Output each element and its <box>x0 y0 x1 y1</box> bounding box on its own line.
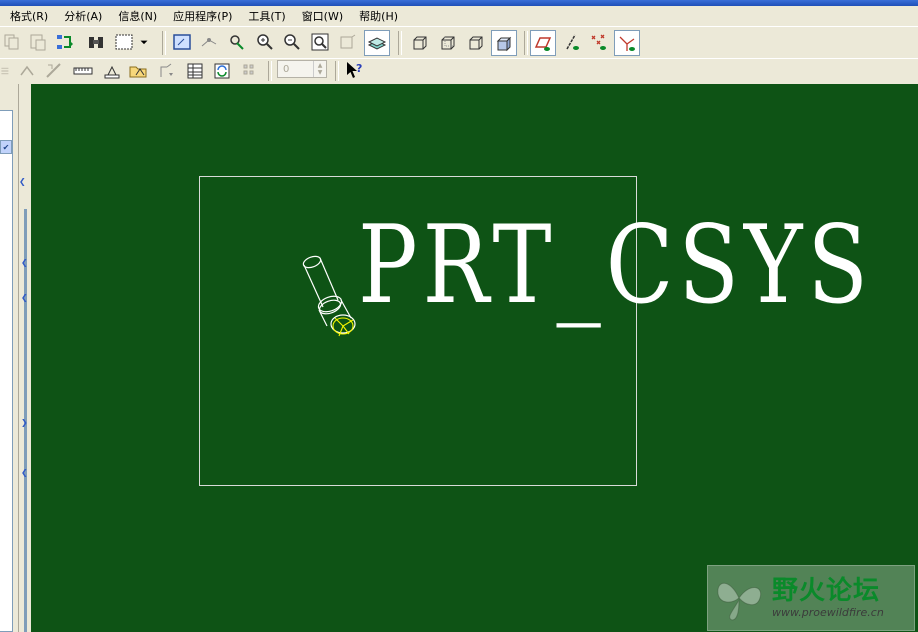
selection-box-icon[interactable] <box>111 30 137 54</box>
value-stepper[interactable]: 0 ▲ ▼ <box>277 60 327 78</box>
layers-icon[interactable] <box>364 30 390 56</box>
dropdown-arrow-icon[interactable] <box>137 30 151 54</box>
toolbar-separator <box>524 31 528 55</box>
reorient-icon[interactable] <box>336 30 360 54</box>
hidden-line-icon[interactable] <box>436 30 460 54</box>
datum-axes-icon[interactable] <box>560 30 584 54</box>
no-hidden-icon[interactable] <box>464 30 488 54</box>
menu-bar: 格式(R) 分析(A) 信息(N) 应用程序(P) 工具(T) 窗口(W) 帮助… <box>0 6 918 26</box>
navigator-dropdown-icon[interactable]: ✔ <box>0 140 12 154</box>
repaint-icon[interactable] <box>170 30 194 54</box>
annotation-icon[interactable] <box>100 60 124 82</box>
collapse-arrow-icon[interactable]: ❮ <box>21 294 29 302</box>
watermark-title: 野火论坛 <box>772 576 881 606</box>
navigator-panel: ✔ <box>0 84 19 632</box>
csys-name-label: PRT_CSYS <box>358 203 873 328</box>
menu-format[interactable]: 格式(R) <box>0 8 54 24</box>
collapse-arrow-icon[interactable]: ❯ <box>21 419 29 427</box>
main-toolbar <box>0 26 918 59</box>
toolbar-separator <box>335 61 339 81</box>
find-binoculars-icon[interactable] <box>84 30 108 54</box>
table-icon[interactable] <box>183 60 207 82</box>
svg-text:?: ? <box>356 62 362 75</box>
collapse-arrow-icon[interactable]: ❮ <box>21 259 29 267</box>
regenerate-icon[interactable] <box>53 30 77 54</box>
graphics-window[interactable]: PRT_CSYS 野火论坛 www.proewildfire.cn <box>31 84 918 632</box>
menu-analysis[interactable]: 分析(A) <box>54 8 108 24</box>
value-stepper-field[interactable]: 0 <box>278 64 313 75</box>
pattern-icon[interactable] <box>238 60 262 82</box>
stepper-arrows-icon[interactable]: ▲ ▼ <box>313 61 326 77</box>
edit-icon[interactable] <box>16 60 40 82</box>
panel-splitter[interactable]: ❮ ❮ ❮ ❯ ❮ <box>19 84 31 632</box>
layout-icon[interactable] <box>155 60 179 82</box>
toolbar-separator <box>398 31 402 55</box>
zoom-in-icon[interactable] <box>253 30 277 54</box>
edit-definition-icon[interactable] <box>42 60 66 82</box>
menu-info[interactable]: 信息(N) <box>108 8 163 24</box>
model-tree-area[interactable] <box>0 110 13 632</box>
datum-planes-icon[interactable] <box>530 30 556 56</box>
forum-watermark: 野火论坛 www.proewildfire.cn <box>707 565 915 631</box>
watermark-url: www.proewildfire.cn <box>772 606 884 619</box>
butterfly-logo-icon <box>717 582 762 621</box>
dimension-icon[interactable] <box>70 60 96 82</box>
datum-points-icon[interactable] <box>587 30 611 54</box>
spin-center-icon[interactable] <box>197 30 221 54</box>
sketch-icon[interactable] <box>0 60 14 82</box>
shading-icon[interactable] <box>491 30 517 56</box>
paste-icon[interactable] <box>26 30 50 54</box>
note-icon[interactable] <box>126 60 150 82</box>
menu-window[interactable]: 窗口(W) <box>292 8 349 24</box>
zoom-out-icon[interactable] <box>280 30 304 54</box>
update-table-icon[interactable] <box>210 60 234 82</box>
wireframe-icon[interactable] <box>408 30 432 54</box>
menu-help[interactable]: 帮助(H) <box>349 8 404 24</box>
orient-mode-icon[interactable] <box>225 30 249 54</box>
menu-tools[interactable]: 工具(T) <box>238 8 291 24</box>
secondary-toolbar: 0 ▲ ▼ ? <box>0 58 918 85</box>
collapse-arrow-icon[interactable]: ❮ <box>19 178 27 186</box>
toolbar-separator <box>162 31 166 55</box>
collapse-arrow-icon[interactable]: ❮ <box>21 469 29 477</box>
refit-icon[interactable] <box>308 30 332 54</box>
copy-icon[interactable] <box>0 30 24 54</box>
toolbar-separator <box>268 61 272 81</box>
context-help-icon[interactable]: ? <box>342 59 366 81</box>
menu-applications[interactable]: 应用程序(P) <box>163 8 238 24</box>
coordinate-systems-icon[interactable] <box>614 30 640 56</box>
